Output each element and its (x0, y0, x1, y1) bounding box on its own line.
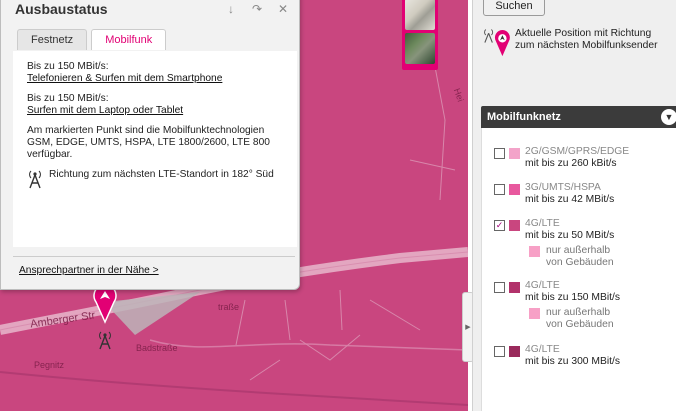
popup-body: Bis zu 150 MBit/s: Telefonieren & Surfen… (13, 51, 297, 247)
position-legend-icons (483, 28, 511, 58)
checkbox-3g[interactable] (494, 184, 505, 195)
position-legend: Aktuelle Position mit Richtung zum nächs… (483, 28, 665, 58)
network-item-2g: 2G/GSM/GPRS/EDGE mit bis zu 260 kBit/s (494, 146, 629, 169)
street-label-pegnitz: Pegnitz (34, 360, 65, 370)
speed-line-laptop: Bis zu 150 MBit/s: (27, 93, 109, 104)
position-legend-text: Aktuelle Position mit Richtung zum nächs… (515, 28, 658, 51)
position-marker-icon (495, 30, 511, 57)
location-marker-icon[interactable] (92, 284, 118, 324)
outdoor-only-note: nur außerhalb von Gebäuden (546, 307, 614, 330)
pin-icon[interactable]: ↓ (225, 2, 237, 16)
network-item-4g-50: ✓ 4G/LTE mit bis zu 50 MBit/s nur außerh… (494, 218, 626, 268)
sidebar: Suchen Aktuelle Position mit Richtung zu… (472, 0, 676, 411)
swatch-3g (509, 184, 520, 195)
popup-tools: ↓ ↷ ✕ (225, 2, 289, 16)
swatch-4g-50 (509, 220, 520, 231)
technology-text: Am markierten Punkt sind die Mobilfunkte… (27, 125, 270, 160)
network-speed: mit bis zu 260 kBit/s (525, 157, 617, 169)
network-item-3g: 3G/UMTS/HSPA mit bis zu 42 MBit/s (494, 182, 614, 205)
network-speed: mit bis zu 50 MBit/s (525, 229, 615, 241)
link-smartphone[interactable]: Telefonieren & Surfen mit dem Smartphone (27, 73, 222, 84)
close-icon[interactable]: ✕ (277, 2, 289, 16)
chevron-down-icon[interactable]: ▼ (661, 109, 676, 125)
street-label-strasse: traße (218, 302, 240, 312)
ausbaustatus-popup: Ausbaustatus ↓ ↷ ✕ Festnetz Mobilfunk Bi… (0, 0, 300, 290)
map-layer-satellite-thumbnail[interactable] (405, 33, 435, 64)
cell-tower-icon (99, 331, 111, 350)
contact-link[interactable]: Ansprechpartner in der Nähe > (19, 265, 159, 276)
network-item-4g-300: 4G/LTE mit bis zu 300 MBit/s (494, 344, 620, 367)
direction-text: Richtung zum nächsten LTE-Standort in 18… (49, 169, 274, 180)
popup-tabs: Festnetz Mobilfunk (17, 29, 167, 50)
checkbox-4g-150[interactable] (494, 282, 505, 293)
link-laptop[interactable]: Surfen mit dem Laptop oder Tablet (27, 105, 183, 116)
network-list: 2G/GSM/GPRS/EDGE mit bis zu 260 kBit/s 3… (481, 128, 676, 411)
share-icon[interactable]: ↷ (251, 2, 263, 16)
popup-divider (13, 256, 295, 257)
network-speed: mit bis zu 300 MBit/s (525, 355, 620, 367)
antenna-small-icon (484, 29, 494, 43)
arrow-right-icon: ▶ (465, 324, 471, 331)
tab-mobilfunk[interactable]: Mobilfunk (91, 29, 167, 50)
network-name: 4G/LTE (525, 280, 560, 291)
network-name: 4G/LTE (525, 218, 560, 229)
mobilfunknetz-panel-header[interactable]: Mobilfunknetz ▼ (481, 106, 676, 128)
panel-title: Mobilfunknetz (487, 111, 561, 123)
outdoor-only-note: nur außerhalb von Gebäuden (546, 245, 614, 268)
antenna-icon (29, 170, 41, 189)
network-speed: mit bis zu 150 MBit/s (525, 291, 620, 303)
network-speed: mit bis zu 42 MBit/s (525, 193, 615, 205)
speed-line-smartphone: Bis zu 150 MBit/s: (27, 61, 109, 72)
direction-hint: Richtung zum nächsten LTE-Standort in 18… (27, 169, 283, 189)
checkbox-4g-300[interactable] (494, 346, 505, 357)
network-name: 3G/UMTS/HSPA (525, 182, 601, 193)
checkbox-2g[interactable] (494, 148, 505, 159)
network-name: 4G/LTE (525, 344, 560, 355)
network-name: 2G/GSM/GPRS/EDGE (525, 146, 630, 157)
street-label-badstrasse: Badstraße (136, 343, 178, 353)
swatch-4g-150 (509, 282, 520, 293)
tab-festnetz[interactable]: Festnetz (17, 29, 88, 50)
checkbox-4g-50[interactable]: ✓ (494, 220, 505, 231)
map-layer-switcher (402, 0, 438, 70)
swatch-2g (509, 148, 520, 159)
search-button[interactable]: Suchen (483, 0, 545, 16)
network-item-4g-150: 4G/LTE mit bis zu 150 MBit/s nur außerha… (494, 280, 626, 330)
swatch-outdoor (529, 246, 540, 257)
popup-title: Ausbaustatus (15, 1, 108, 17)
map-layer-street-thumbnail[interactable] (405, 0, 435, 30)
swatch-4g-300 (509, 346, 520, 357)
swatch-outdoor (529, 308, 540, 319)
